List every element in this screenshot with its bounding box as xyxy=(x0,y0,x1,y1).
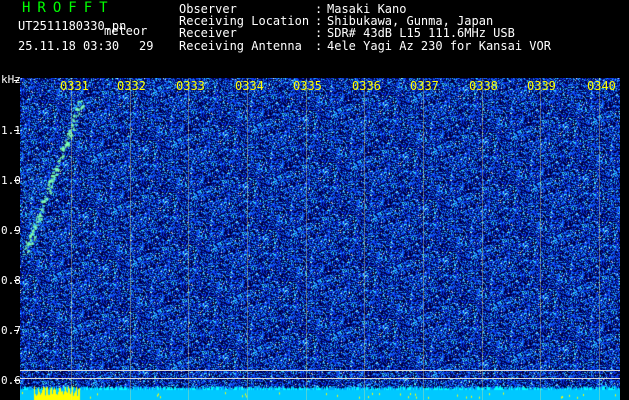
file-info: UT2511180330.pn meteor xyxy=(18,19,147,38)
y-tick-mark xyxy=(14,230,19,231)
minute-gridline xyxy=(130,78,131,400)
app-title: HROFFT xyxy=(22,0,115,16)
receiver-label: Receiver xyxy=(179,26,237,41)
spectrogram-canvas xyxy=(20,78,620,400)
band-limit-line xyxy=(20,370,620,371)
detection-tag: meteor xyxy=(104,24,148,38)
x-tick-label: 0340 xyxy=(587,79,616,93)
minute-gridline xyxy=(364,78,365,400)
x-tick-label: 0333 xyxy=(176,79,205,93)
minute-gridline xyxy=(188,78,189,400)
station-info: Observer: Masaki Kano Receiving Location:… xyxy=(179,3,551,52)
y-tick-mark xyxy=(14,180,19,181)
y-tick-mark xyxy=(14,330,19,331)
capture-datetime: 25.11.18 03:30 xyxy=(18,39,120,53)
band-limit-line xyxy=(20,378,620,379)
spectrogram-plot: 0331 0332 0333 0334 0335 0336 0337 0338 … xyxy=(20,78,620,400)
detection-count: 29 xyxy=(139,39,154,53)
x-tick-label: 0339 xyxy=(527,79,556,93)
minute-gridline xyxy=(71,78,72,400)
minute-gridline xyxy=(599,78,600,400)
minute-gridline xyxy=(423,78,424,400)
receiver-sep: : xyxy=(315,26,323,41)
minute-gridline xyxy=(247,78,248,400)
x-tick-label: 0335 xyxy=(293,79,322,93)
y-tick-mark xyxy=(14,380,19,381)
x-tick-label: 0337 xyxy=(410,79,439,93)
antenna-row: Receiving Antenna:4ele Yagi Az 230 for K… xyxy=(179,38,551,53)
antenna-value: 4ele Yagi Az 230 for Kansai VOR xyxy=(327,38,551,53)
x-tick-label: 0336 xyxy=(352,79,381,93)
x-tick-label: 0334 xyxy=(235,79,264,93)
y-tick-mark xyxy=(14,280,19,281)
minute-gridline xyxy=(482,78,483,400)
antenna-label: Receiving Antenna xyxy=(179,38,302,53)
y-tick-mark xyxy=(14,80,19,81)
minute-gridline xyxy=(306,78,307,400)
minute-gridline xyxy=(540,78,541,400)
x-tick-label: 0338 xyxy=(469,79,498,93)
x-tick-label: 0332 xyxy=(117,79,146,93)
hrofft-screen: HROFFT UT2511180330.pn meteor 25.11.18 0… xyxy=(0,0,629,400)
y-tick-mark xyxy=(14,130,19,131)
x-tick-label: 0331 xyxy=(60,79,89,93)
antenna-sep: : xyxy=(315,38,323,53)
